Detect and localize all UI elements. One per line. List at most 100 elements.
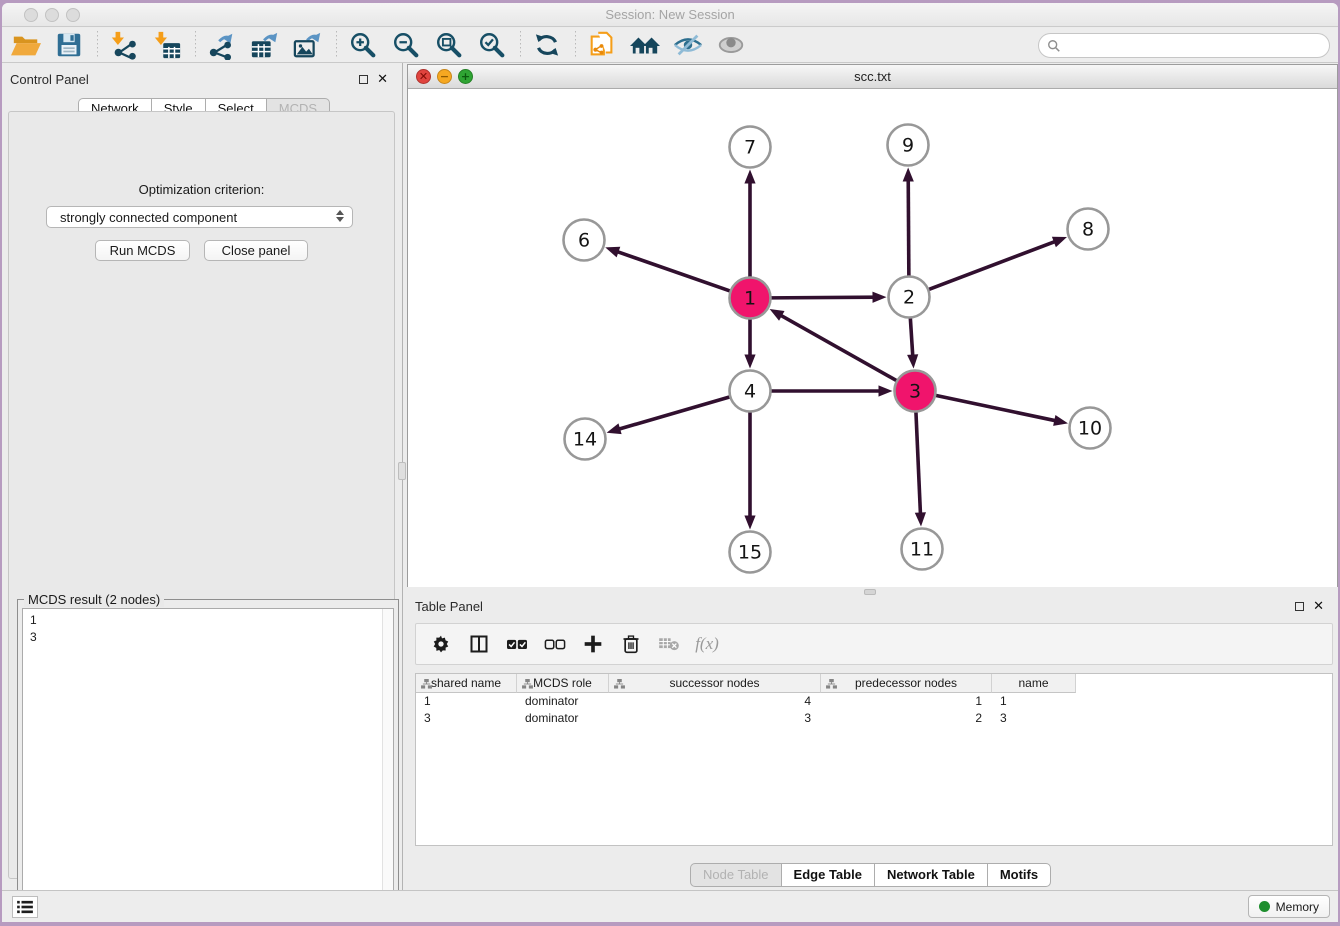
export-table-icon[interactable]	[247, 29, 283, 61]
open-session-icon[interactable]	[8, 29, 44, 61]
tab-edge-table[interactable]: Edge Table	[781, 863, 874, 887]
select-all-icon[interactable]	[504, 631, 530, 657]
show-graphics-icon[interactable]	[713, 29, 749, 61]
graph-edge[interactable]	[910, 317, 913, 357]
cell-successor-nodes[interactable]: 3	[609, 710, 821, 727]
graph-edge[interactable]	[616, 251, 731, 291]
table-panel: Table Panel ✕	[407, 595, 1338, 890]
edge-arrowhead	[744, 170, 755, 184]
import-network-icon[interactable]	[106, 29, 142, 61]
export-image-icon[interactable]	[290, 29, 326, 61]
network-window: ✕ − + scc.txt 1234678910111415	[407, 64, 1338, 587]
zoom-selected-icon[interactable]	[474, 29, 510, 61]
add-row-icon[interactable]	[580, 631, 606, 657]
edge-arrowhead	[872, 292, 886, 303]
new-network-icon[interactable]	[204, 29, 240, 61]
mcds-result-list[interactable]: 1 3	[22, 608, 394, 922]
node-label: 4	[744, 381, 756, 403]
float-table-panel-icon[interactable]	[1295, 602, 1304, 611]
hide-graphics-icon[interactable]	[670, 29, 706, 61]
import-table-icon[interactable]	[149, 29, 185, 61]
graph-edge[interactable]	[928, 241, 1057, 290]
column-header-successor-nodes[interactable]: successor nodes	[609, 674, 821, 693]
delete-table-icon[interactable]	[656, 631, 682, 657]
tab-motifs[interactable]: Motifs	[987, 863, 1051, 887]
duplicate-network-icon[interactable]	[584, 29, 620, 61]
tree-icon	[826, 678, 837, 692]
edge-arrowhead	[744, 355, 755, 369]
cell-name[interactable]: 3	[992, 710, 1076, 727]
graph-edge[interactable]	[916, 411, 921, 515]
close-table-panel-icon[interactable]: ✕	[1313, 598, 1324, 614]
network-window-titlebar[interactable]: ✕ − + scc.txt	[408, 65, 1337, 89]
close-panel-button[interactable]: Close panel	[204, 240, 308, 261]
column-label: predecessor nodes	[855, 676, 957, 690]
node-label: 10	[1078, 418, 1102, 440]
result-scrollbar[interactable]	[382, 609, 393, 922]
cell-shared-name[interactable]: 3	[416, 710, 517, 727]
status-bar: Memory	[2, 890, 1338, 922]
tab-node-table[interactable]: Node Table	[690, 863, 781, 887]
cell-predecessor-nodes[interactable]: 1	[821, 693, 992, 710]
vertical-splitter-grip[interactable]	[398, 462, 406, 480]
deselect-all-icon[interactable]	[542, 631, 568, 657]
run-mcds-button[interactable]: Run MCDS	[95, 240, 190, 261]
show-columns-icon[interactable]	[466, 631, 492, 657]
column-header-mcds-role[interactable]: MCDS role	[517, 674, 609, 693]
title-bar: Session: New Session	[2, 3, 1338, 27]
graph-edge[interactable]	[770, 297, 875, 298]
table-row[interactable]: 3 dominator 3 2 3	[416, 710, 1332, 727]
main-toolbar	[2, 28, 1338, 63]
node-table[interactable]: shared name MCDS role successor nodes pr…	[415, 673, 1333, 846]
network-graph[interactable]: 1234678910111415	[408, 90, 1337, 587]
home-view-icon[interactable]	[627, 29, 663, 61]
toolbar-separator	[195, 31, 196, 59]
node-label: 1	[744, 288, 756, 310]
edge-arrowhead	[915, 512, 926, 526]
memory-button[interactable]: Memory	[1248, 895, 1330, 918]
mcds-result-title: MCDS result (2 nodes)	[24, 592, 164, 607]
graph-edge[interactable]	[779, 314, 897, 380]
edge-arrowhead	[907, 354, 918, 368]
toolbar-separator	[336, 31, 337, 59]
zoom-in-icon[interactable]	[345, 29, 381, 61]
memory-label: Memory	[1276, 900, 1319, 914]
refresh-view-icon[interactable]	[529, 29, 565, 61]
graph-edge[interactable]	[935, 395, 1057, 421]
column-settings-icon[interactable]	[428, 631, 454, 657]
float-panel-icon[interactable]	[359, 75, 368, 84]
apply-function-icon[interactable]: f(x)	[694, 631, 720, 657]
edge-arrowhead	[903, 167, 914, 181]
node-label: 7	[744, 137, 756, 159]
graph-edge[interactable]	[908, 178, 909, 276]
cell-mcds-role[interactable]: dominator	[517, 710, 609, 727]
node-label: 14	[573, 429, 597, 451]
search-field[interactable]	[1038, 33, 1330, 58]
cell-mcds-role[interactable]: dominator	[517, 693, 609, 710]
tab-network-table[interactable]: Network Table	[874, 863, 987, 887]
edge-arrowhead	[1053, 415, 1068, 426]
column-header-predecessor-nodes[interactable]: predecessor nodes	[821, 674, 992, 693]
criterion-dropdown[interactable]: strongly connected component	[46, 206, 353, 228]
cell-name[interactable]: 1	[992, 693, 1076, 710]
zoom-out-icon[interactable]	[388, 29, 424, 61]
cell-predecessor-nodes[interactable]: 2	[821, 710, 992, 727]
zoom-fit-icon[interactable]	[431, 29, 467, 61]
control-panel-header: Control Panel ✕	[2, 70, 402, 90]
close-panel-icon[interactable]: ✕	[377, 71, 388, 87]
graph-edge[interactable]	[617, 397, 730, 430]
node-label: 6	[578, 230, 590, 252]
save-session-icon[interactable]	[51, 29, 87, 61]
search-input[interactable]	[1066, 39, 1316, 53]
cell-shared-name[interactable]: 1	[416, 693, 517, 710]
cell-successor-nodes[interactable]: 4	[609, 693, 821, 710]
delete-row-icon[interactable]	[618, 631, 644, 657]
table-row[interactable]: 1 dominator 4 1 1	[416, 693, 1332, 710]
column-header-shared-name[interactable]: shared name	[416, 674, 517, 693]
column-header-name[interactable]: name	[992, 674, 1076, 693]
table-panel-title: Table Panel	[415, 599, 483, 614]
network-canvas[interactable]: 1234678910111415	[408, 90, 1337, 587]
table-header-row: shared name MCDS role successor nodes pr…	[416, 674, 1332, 693]
task-history-button[interactable]	[12, 896, 38, 918]
toolbar-separator	[575, 31, 576, 59]
